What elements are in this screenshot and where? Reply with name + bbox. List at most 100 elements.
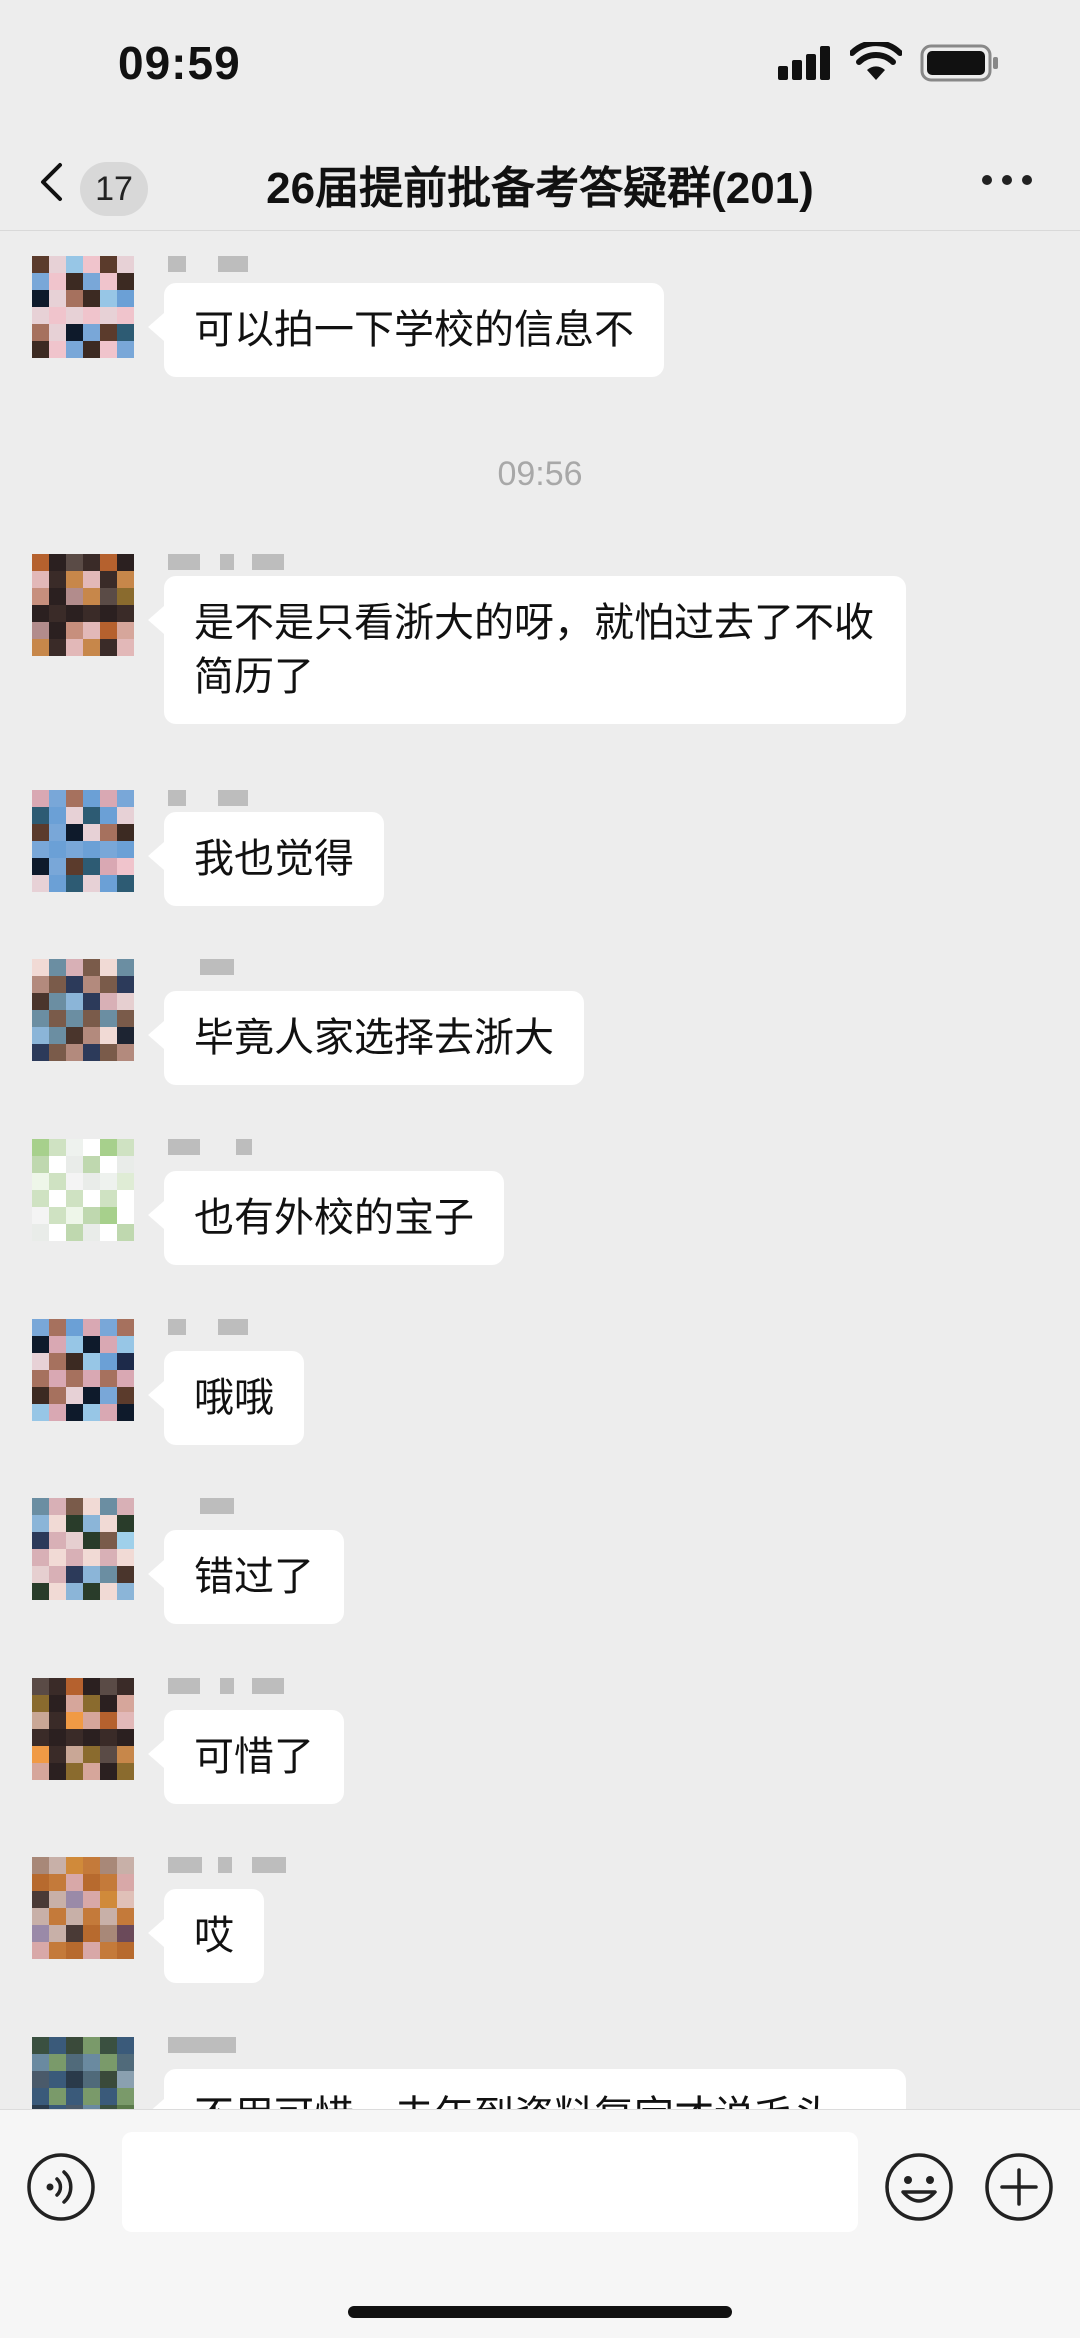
- avatar-pixel: [66, 273, 83, 290]
- avatar-pixel: [117, 1207, 134, 1224]
- avatar-pixel: [66, 1532, 83, 1549]
- avatar[interactable]: [32, 959, 134, 1061]
- avatar[interactable]: [32, 256, 134, 358]
- avatar-pixel: [66, 1370, 83, 1387]
- avatar-pixel: [32, 1746, 49, 1763]
- avatar-pixel: [100, 1387, 117, 1404]
- avatar-pixel: [32, 1515, 49, 1532]
- message-list[interactable]: 可以拍一下学校的信息不 09:56 是不是只看浙大的呀，就怕过去了不收简历了 我…: [0, 231, 1080, 2109]
- avatar-pixel: [117, 790, 134, 807]
- avatar-pixel: [49, 875, 66, 892]
- avatar-pixel: [117, 1712, 134, 1729]
- avatar-pixel: [49, 341, 66, 358]
- avatar-pixel: [32, 993, 49, 1010]
- avatar-pixel: [83, 307, 100, 324]
- message-bubble[interactable]: 哎: [148, 1889, 264, 1983]
- avatar-pixel: [49, 1224, 66, 1241]
- avatar-pixel: [32, 341, 49, 358]
- message-bubble[interactable]: 哦哦: [148, 1351, 304, 1445]
- home-indicator[interactable]: [348, 2306, 732, 2318]
- avatar-pixel: [32, 1370, 49, 1387]
- avatar-pixel: [83, 324, 100, 341]
- avatar-pixel: [49, 1712, 66, 1729]
- avatar-pixel: [66, 290, 83, 307]
- avatar-pixel: [66, 1566, 83, 1583]
- avatar[interactable]: [32, 1139, 134, 1241]
- avatar-pixel: [49, 1010, 66, 1027]
- message-bubble[interactable]: 毕竟人家选择去浙大: [148, 991, 584, 1085]
- avatar-pixel: [117, 1404, 134, 1421]
- avatar-pixel: [117, 571, 134, 588]
- avatar-pixel: [100, 1404, 117, 1421]
- avatar-pixel: [32, 1678, 49, 1695]
- avatar-pixel: [32, 571, 49, 588]
- avatar-pixel: [117, 1695, 134, 1712]
- avatar-pixel: [66, 1874, 83, 1891]
- avatar-pixel: [117, 1190, 134, 1207]
- avatar-pixel: [49, 1044, 66, 1061]
- avatar-pixel: [49, 639, 66, 656]
- avatar-pixel: [49, 1746, 66, 1763]
- avatar-pixel: [66, 1857, 83, 1874]
- avatar-pixel: [66, 2071, 83, 2088]
- emoji-icon[interactable]: [884, 2152, 954, 2222]
- avatar-pixel: [117, 1549, 134, 1566]
- avatar[interactable]: [32, 554, 134, 656]
- voice-icon[interactable]: [26, 2152, 96, 2222]
- avatar-pixel: [32, 1353, 49, 1370]
- avatar[interactable]: [32, 1857, 134, 1959]
- avatar-pixel: [100, 1044, 117, 1061]
- avatar-pixel: [32, 554, 49, 571]
- avatar[interactable]: [32, 1498, 134, 1600]
- message-bubble[interactable]: 不用可惜，去年到资料复定才说毛头: [148, 2069, 906, 2109]
- avatar[interactable]: [32, 790, 134, 892]
- avatar-pixel: [83, 1207, 100, 1224]
- avatar-pixel: [66, 2088, 83, 2105]
- message-bubble[interactable]: 是不是只看浙大的呀，就怕过去了不收简历了: [148, 576, 906, 724]
- avatar-pixel: [100, 290, 117, 307]
- avatar-pixel: [100, 1498, 117, 1515]
- avatar-pixel: [117, 1336, 134, 1353]
- avatar[interactable]: [32, 2037, 134, 2109]
- message-input[interactable]: [122, 2132, 858, 2232]
- avatar-pixel: [32, 1925, 49, 1942]
- avatar-pixel: [66, 1891, 83, 1908]
- avatar-pixel: [49, 588, 66, 605]
- avatar-pixel: [100, 341, 117, 358]
- avatar-pixel: [32, 307, 49, 324]
- avatar-pixel: [66, 1498, 83, 1515]
- avatar-pixel: [100, 1549, 117, 1566]
- avatar-pixel: [100, 307, 117, 324]
- avatar-pixel: [83, 273, 100, 290]
- avatar-pixel: [66, 605, 83, 622]
- avatar-pixel: [117, 639, 134, 656]
- avatar-pixel: [32, 1549, 49, 1566]
- avatar-pixel: [66, 1549, 83, 1566]
- avatar-pixel: [100, 1942, 117, 1959]
- message-bubble[interactable]: 可惜了: [148, 1710, 344, 1804]
- avatar-pixel: [66, 307, 83, 324]
- avatar-pixel: [66, 1319, 83, 1336]
- avatar-pixel: [32, 2088, 49, 2105]
- message-bubble[interactable]: 错过了: [148, 1530, 344, 1624]
- avatar[interactable]: [32, 1319, 134, 1421]
- avatar[interactable]: [32, 1678, 134, 1780]
- avatar-pixel: [66, 554, 83, 571]
- avatar-pixel: [49, 307, 66, 324]
- avatar-pixel: [117, 1908, 134, 1925]
- avatar-pixel: [66, 1942, 83, 1959]
- message-bubble[interactable]: 我也觉得: [148, 812, 384, 906]
- avatar-pixel: [83, 639, 100, 656]
- avatar-pixel: [66, 1678, 83, 1695]
- avatar-pixel: [117, 1319, 134, 1336]
- message-bubble[interactable]: 可以拍一下学校的信息不: [148, 283, 664, 377]
- avatar-pixel: [83, 571, 100, 588]
- message-bubble[interactable]: 也有外校的宝子: [148, 1171, 504, 1265]
- avatar-pixel: [49, 1925, 66, 1942]
- plus-icon[interactable]: [984, 2152, 1054, 2222]
- more-options-button[interactable]: [980, 160, 1036, 200]
- avatar-pixel: [32, 622, 49, 639]
- avatar-pixel: [100, 807, 117, 824]
- avatar-pixel: [49, 1353, 66, 1370]
- avatar-pixel: [83, 1712, 100, 1729]
